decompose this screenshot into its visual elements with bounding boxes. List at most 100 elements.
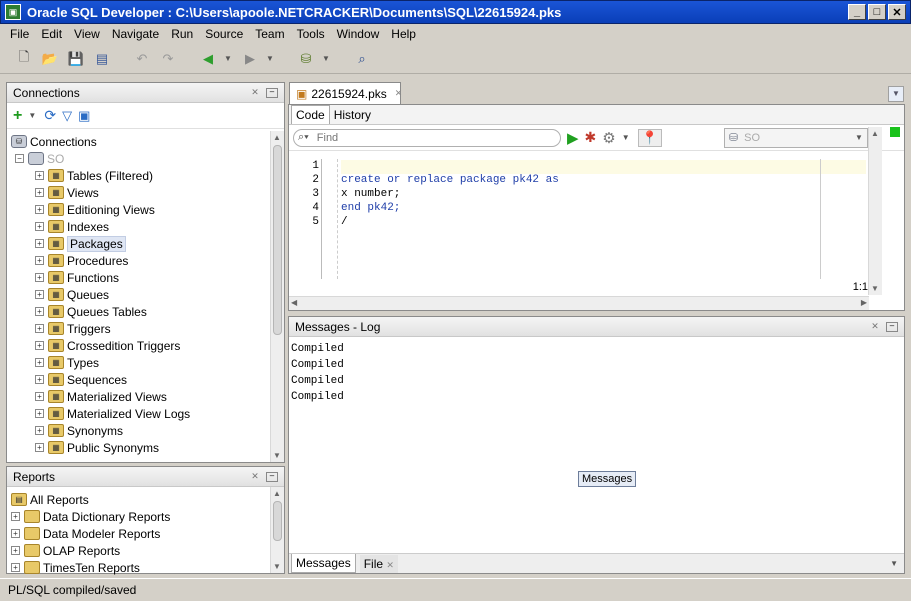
undo-icon[interactable]: ↶	[132, 49, 152, 69]
close-tab-icon[interactable]: ✕	[395, 88, 403, 99]
expand-icon[interactable]: +	[35, 392, 44, 401]
editor-tab-list-icon[interactable]: ▼	[888, 86, 904, 102]
close-panel-icon[interactable]: ✕	[868, 321, 882, 333]
editor-hscroll[interactable]: ◀ ▶	[289, 296, 869, 310]
open-folder-icon[interactable]: 📂	[40, 49, 60, 69]
tree-item-sequences[interactable]: + ▦ Sequences	[35, 371, 190, 388]
menu-tools[interactable]: Tools	[291, 27, 331, 41]
menu-team[interactable]: Team	[249, 27, 290, 41]
tree-item-materialized-view-logs[interactable]: + ▦ Materialized View Logs	[35, 405, 190, 422]
expand-icon[interactable]: +	[35, 409, 44, 418]
expand-icon[interactable]: +	[11, 529, 20, 538]
minimize-panel-icon[interactable]: –	[266, 87, 278, 98]
menu-edit[interactable]: Edit	[35, 27, 68, 41]
scroll-down-icon[interactable]: ▼	[273, 451, 281, 460]
tree-item-crossedition-triggers[interactable]: + ▦ Crossedition Triggers	[35, 337, 190, 354]
close-panel-icon[interactable]: ✕	[248, 471, 262, 483]
expand-icon[interactable]: +	[35, 358, 44, 367]
save-all-icon[interactable]: ▤	[92, 49, 112, 69]
menu-help[interactable]: Help	[385, 27, 422, 41]
filter-icon[interactable]: ▽	[62, 108, 72, 124]
menu-view[interactable]: View	[68, 27, 106, 41]
debug-icon[interactable]: ✱	[585, 129, 597, 146]
tab-file[interactable]: File ✕	[359, 554, 398, 573]
schema-browser-icon[interactable]: ▣	[78, 108, 90, 124]
tree-item-synonyms[interactable]: + ▦ Synonyms	[35, 422, 190, 439]
find-input[interactable]	[316, 131, 537, 144]
scroll-up-icon[interactable]: ▲	[871, 129, 879, 138]
forward-dropdown-icon[interactable]: ▼	[266, 54, 276, 63]
expand-icon[interactable]: +	[35, 341, 44, 350]
pin-icon[interactable]: 📍	[637, 128, 662, 147]
run-icon[interactable]: ▶	[567, 129, 579, 147]
add-connection-icon[interactable]: +	[13, 107, 22, 125]
tree-item-public-synonyms[interactable]: + ▦ Public Synonyms	[35, 439, 190, 456]
scroll-down-icon[interactable]: ▼	[273, 562, 281, 571]
tree-item-editioning-views[interactable]: + ▦ Editioning Views	[35, 201, 190, 218]
connection-select[interactable]: ⛁ SO ▼	[723, 127, 868, 148]
scroll-down-icon[interactable]: ▼	[871, 284, 879, 293]
menu-run[interactable]: Run	[165, 27, 199, 41]
connection-so[interactable]: − SO	[11, 150, 190, 167]
expand-icon[interactable]: +	[11, 563, 20, 572]
report-data-modeler[interactable]: + Data Modeler Reports	[11, 525, 170, 542]
report-data-dictionary[interactable]: + Data Dictionary Reports	[11, 508, 170, 525]
expand-icon[interactable]: +	[35, 205, 44, 214]
expand-icon[interactable]: +	[35, 239, 44, 248]
new-file-icon[interactable]: 🗋	[14, 49, 34, 69]
close-tab-icon[interactable]: ✕	[386, 560, 394, 570]
tree-item-triggers[interactable]: + ▦ Triggers	[35, 320, 190, 337]
menu-file[interactable]: File	[4, 27, 35, 41]
compile-dropdown-icon[interactable]: ▼	[622, 133, 632, 142]
tab-messages[interactable]: Messages	[291, 554, 356, 573]
minimize-panel-icon[interactable]: –	[266, 471, 278, 482]
binoculars-icon[interactable]: ⌕	[352, 49, 372, 69]
close-button[interactable]: ✕	[888, 4, 906, 20]
expand-icon[interactable]: +	[35, 256, 44, 265]
save-icon[interactable]: 💾	[66, 49, 86, 69]
tree-item-types[interactable]: + ▦ Types	[35, 354, 190, 371]
minimize-button[interactable]: _	[848, 4, 866, 20]
expand-icon[interactable]: +	[35, 443, 44, 452]
close-panel-icon[interactable]: ✕	[248, 87, 262, 99]
connections-scrollbar[interactable]: ▲ ▼	[270, 131, 284, 462]
maximize-button[interactable]: □	[868, 4, 886, 20]
menu-window[interactable]: Window	[331, 27, 386, 41]
collapse-icon[interactable]: −	[15, 154, 24, 163]
scroll-up-icon[interactable]: ▲	[273, 133, 281, 142]
tree-item-functions[interactable]: + ▦ Functions	[35, 269, 190, 286]
compile-gear-icon[interactable]: ⚙	[602, 129, 615, 147]
tree-item-queues-tables[interactable]: + ▦ Queues Tables	[35, 303, 190, 320]
code-area[interactable]: create or replace package pk42 as x numb…	[341, 160, 866, 230]
expand-icon[interactable]: +	[35, 307, 44, 316]
report-timesten[interactable]: + TimesTen Reports	[11, 559, 170, 576]
refresh-icon[interactable]: ⟳	[44, 107, 56, 124]
expand-icon[interactable]: +	[35, 290, 44, 299]
sql-worksheet-icon[interactable]: ⛁	[296, 49, 316, 69]
tree-item-procedures[interactable]: + ▦ Procedures	[35, 252, 190, 269]
scroll-up-icon[interactable]: ▲	[273, 489, 281, 498]
search-icon[interactable]: ⌕▾	[298, 131, 309, 144]
minimize-panel-icon[interactable]: –	[886, 321, 898, 332]
expand-icon[interactable]: +	[11, 512, 20, 521]
forward-icon[interactable]: ▶	[240, 49, 260, 69]
report-olap[interactable]: + OLAP Reports	[11, 542, 170, 559]
redo-icon[interactable]: ↷	[158, 49, 178, 69]
expand-icon[interactable]: +	[35, 426, 44, 435]
tree-item-views[interactable]: + ▦ Views	[35, 184, 190, 201]
expand-icon[interactable]: +	[35, 324, 44, 333]
expand-icon[interactable]: +	[35, 273, 44, 282]
add-dropdown-icon[interactable]: ▼	[28, 111, 38, 120]
tab-history[interactable]: History	[330, 106, 375, 124]
tab-list-dropdown-icon[interactable]: ▼	[890, 559, 898, 568]
tree-item-packages[interactable]: + ▦ Packages	[35, 235, 190, 252]
back-icon[interactable]: ◀	[198, 49, 218, 69]
tree-item-materialized-views[interactable]: + ▦ Materialized Views	[35, 388, 190, 405]
editor-file-tab[interactable]: ▣ 22615924.pks ✕	[289, 82, 403, 104]
expand-icon[interactable]: +	[35, 171, 44, 180]
expand-icon[interactable]: +	[35, 375, 44, 384]
editor-vscroll[interactable]: ▲ ▼	[868, 127, 882, 295]
connections-root[interactable]: ⛁ Connections	[11, 133, 190, 150]
tree-item-indexes[interactable]: + ▦ Indexes	[35, 218, 190, 235]
reports-root[interactable]: ▤ All Reports	[11, 491, 170, 508]
